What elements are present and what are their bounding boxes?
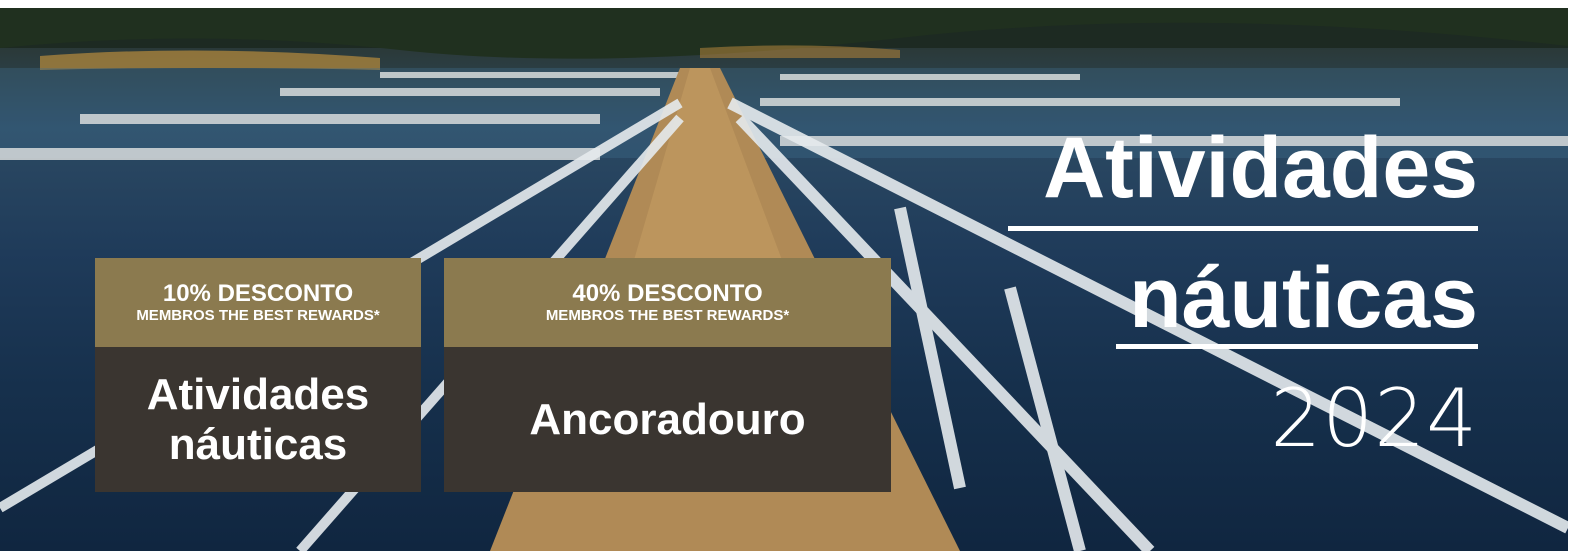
card-title-line2: náuticas [168,419,348,469]
members-label: MEMBROS THE BEST REWARDS* [545,307,790,324]
discount-card-anchorage[interactable]: 40% DESCONTO MEMBROS THE BEST REWARDS* A… [444,258,891,492]
heading-line1: Atividades [1043,120,1478,216]
discount-percent: 10% DESCONTO [162,280,354,307]
discount-header: 10% DESCONTO MEMBROS THE BEST REWARDS* [95,258,421,347]
heading-line2: náuticas [1129,250,1478,346]
heading-divider-1 [1008,226,1478,231]
card-title: Atividades náuticas [95,347,421,492]
promo-banner: 10% DESCONTO MEMBROS THE BEST REWARDS* A… [0,8,1568,551]
discount-percent: 40% DESCONTO [572,280,763,307]
heading-year: 2024 [1270,372,1478,465]
heading-divider-2 [1116,344,1478,349]
members-label: MEMBROS THE BEST REWARDS* [136,307,380,324]
card-title-line1: Atividades [146,369,370,419]
discount-card-nautical[interactable]: 10% DESCONTO MEMBROS THE BEST REWARDS* A… [95,258,421,492]
discount-header: 40% DESCONTO MEMBROS THE BEST REWARDS* [444,258,891,347]
card-title: Ancoradouro [444,347,891,492]
